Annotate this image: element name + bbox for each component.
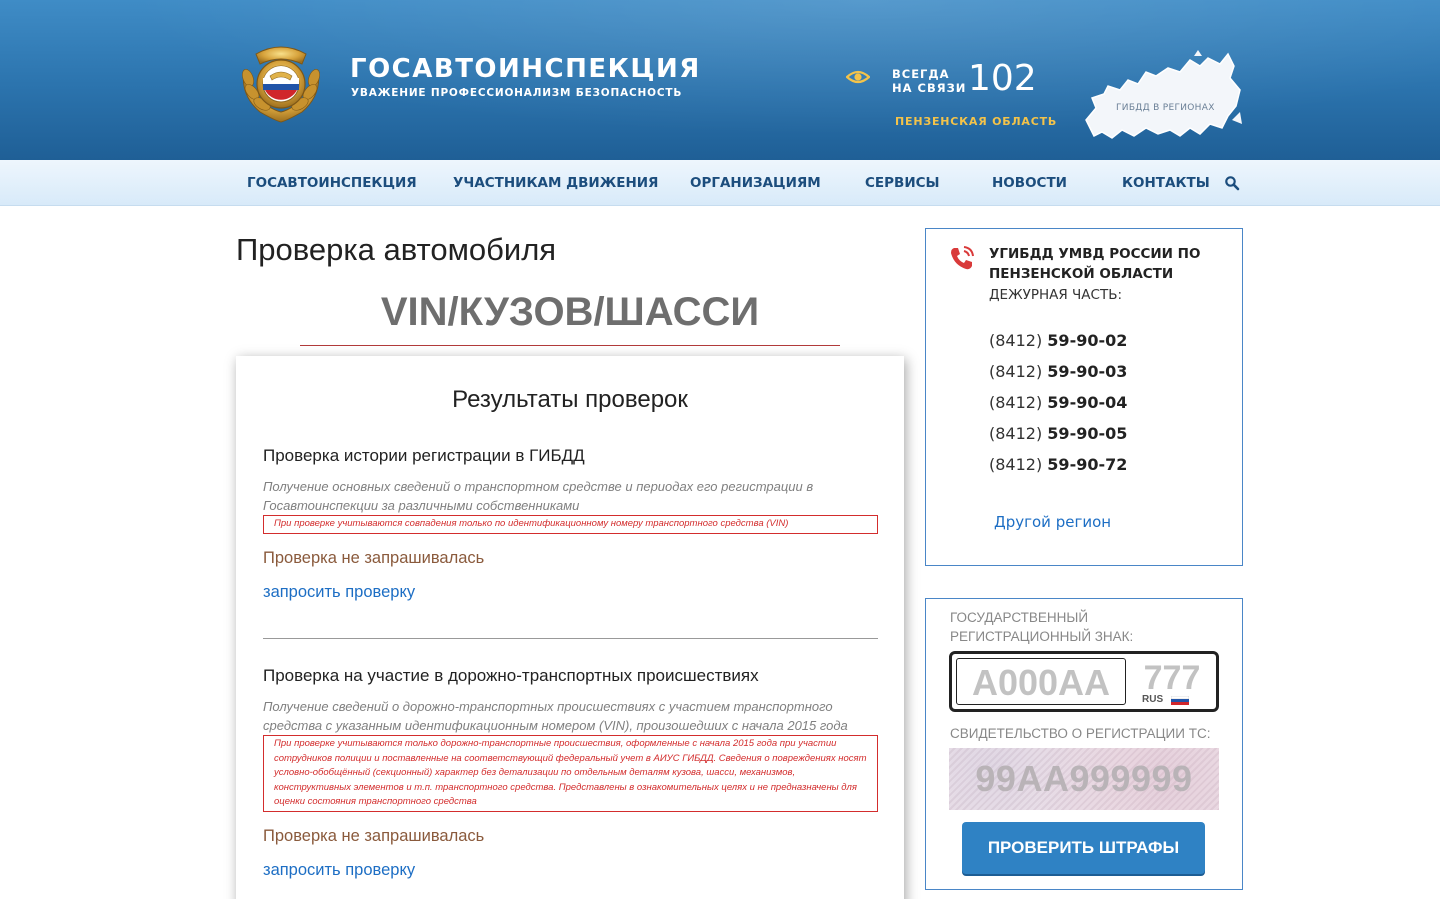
section-title-accidents: Проверка на участие в дорожно-транспортн… <box>263 666 759 685</box>
hotline-number: 102 <box>968 58 1037 99</box>
phone-digits: 59-90-02 <box>1047 331 1128 350</box>
phone-number[interactable]: (8412) 59-90-04 <box>989 393 1127 412</box>
phone-code: (8412) <box>989 393 1043 412</box>
results-title: Результаты проверок <box>452 386 688 413</box>
results-panel <box>236 356 904 899</box>
cert-label: СВИДЕТЕЛЬСТВО О РЕГИСТРАЦИИ ТС: <box>950 726 1211 741</box>
map-label: ГИБДД В РЕГИОНАХ <box>1116 103 1215 113</box>
vin-divider <box>300 345 840 346</box>
nav-item-organizations[interactable]: ОРГАНИЗАЦИЯМ <box>690 160 821 206</box>
section-note-accidents: При проверке учитываются только дорожно-… <box>263 735 878 812</box>
section-title-registration: Проверка истории регистрации в ГИБДД <box>263 446 585 465</box>
vin-title: VIN/КУЗОВ/ШАССИ <box>380 290 760 334</box>
nav-item-services[interactable]: СЕРВИСЫ <box>865 160 940 206</box>
phone-digits: 59-90-04 <box>1047 393 1128 412</box>
always-line-2: НА СВЯЗИ <box>892 81 967 95</box>
phone-code: (8412) <box>989 362 1043 381</box>
phone-number[interactable]: (8412) 59-90-72 <box>989 455 1127 474</box>
dept-name-line-2: ПЕНЗЕНСКОЙ ОБЛАСТИ <box>989 266 1174 282</box>
section-note-registration: При проверке учитываются совпадения толь… <box>263 515 878 534</box>
other-region-link[interactable]: Другой регион <box>994 513 1111 531</box>
plate-number-field[interactable]: А000АА <box>956 658 1126 705</box>
traffic-police-emblem-icon[interactable] <box>234 40 328 124</box>
check-fines-button[interactable]: ПРОВЕРИТЬ ШТРАФЫ <box>962 822 1205 874</box>
eye-icon[interactable] <box>846 68 870 86</box>
nav-item-gosavtoinspekciya[interactable]: ГОСАВТОИНСПЕКЦИЯ <box>247 160 417 206</box>
russia-map-icon[interactable] <box>1082 50 1244 142</box>
plate-label-line-2: РЕГИСТРАЦИОННЫЙ ЗНАК: <box>950 629 1134 644</box>
phone-number[interactable]: (8412) 59-90-05 <box>989 424 1127 443</box>
request-check-link-accidents[interactable]: запросить проверку <box>263 861 415 880</box>
request-check-link-registration[interactable]: запросить проверку <box>263 583 415 602</box>
russia-flag-icon <box>1171 696 1189 705</box>
nav-item-contacts[interactable]: КОНТАКТЫ <box>1122 160 1210 206</box>
cert-placeholder: 99АА999999 <box>975 758 1193 799</box>
plate-input[interactable]: А000АА 777 RUS <box>949 651 1219 712</box>
plate-label-line-1: ГОСУДАРСТВЕННЫЙ <box>950 610 1089 625</box>
section-desc-accidents: Получение сведений о дорожно-транспортны… <box>263 699 848 733</box>
status-accidents: Проверка не запрашивалась <box>263 827 485 845</box>
region-name[interactable]: ПЕНЗЕНСКАЯ ОБЛАСТЬ <box>895 115 1057 128</box>
phone-code: (8412) <box>989 455 1043 474</box>
phone-code: (8412) <box>989 424 1043 443</box>
brand-subtitle: УВАЖЕНИЕ ПРОФЕССИОНАЛИЗМ БЕЗОПАСНОСТЬ <box>351 87 683 99</box>
duty-label: ДЕЖУРНАЯ ЧАСТЬ: <box>989 287 1123 303</box>
phone-code: (8412) <box>989 331 1043 350</box>
section-divider <box>263 638 878 639</box>
nav-item-participants[interactable]: УЧАСТНИКАМ ДВИЖЕНИЯ <box>453 160 658 206</box>
status-registration: Проверка не запрашивалась <box>263 549 485 567</box>
phone-number[interactable]: (8412) 59-90-02 <box>989 331 1127 350</box>
dept-name-line-1: УГИБДД УМВД РОССИИ ПО <box>989 246 1201 262</box>
page-title: Проверка автомобиля <box>236 232 557 267</box>
brand-title[interactable]: ГОСАВТОИНСПЕКЦИЯ <box>350 54 701 84</box>
always-line-1: ВСЕГДА <box>892 67 950 81</box>
phone-icon <box>951 246 974 270</box>
phone-digits: 59-90-03 <box>1047 362 1128 381</box>
section-desc-registration: Получение основных сведений о транспортн… <box>263 479 814 513</box>
search-icon[interactable] <box>1224 175 1240 191</box>
cert-input[interactable]: 99АА999999 <box>949 748 1219 810</box>
phone-number[interactable]: (8412) 59-90-03 <box>989 362 1127 381</box>
phone-digits: 59-90-05 <box>1047 424 1128 443</box>
nav-item-news[interactable]: НОВОСТИ <box>992 160 1067 206</box>
plate-rus-label: RUS <box>1142 694 1164 705</box>
phone-digits: 59-90-72 <box>1047 455 1128 474</box>
